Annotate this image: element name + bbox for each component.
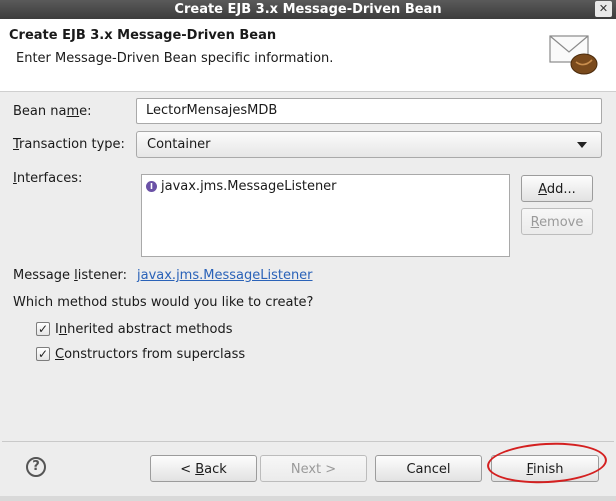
inherited-methods-label[interactable]: Inherited abstract methods bbox=[55, 322, 233, 337]
bean-name-input[interactable]: LectorMensajesMDB bbox=[136, 98, 602, 124]
constructors-checkbox[interactable]: ✓ bbox=[36, 347, 50, 361]
window-title-bar: Create EJB 3.x Message-Driven Bean bbox=[0, 0, 616, 19]
message-listener-link[interactable]: javax.jms.MessageListener bbox=[137, 268, 313, 283]
help-icon[interactable]: ? bbox=[26, 457, 46, 477]
taskbar-strip bbox=[0, 496, 616, 501]
interfaces-label: Interfaces: bbox=[13, 171, 83, 186]
transaction-type-value: Container bbox=[147, 137, 211, 152]
transaction-type-select[interactable]: Container bbox=[136, 131, 602, 158]
stubs-question: Which method stubs would you like to cre… bbox=[13, 295, 314, 310]
chevron-down-icon bbox=[577, 142, 587, 148]
close-icon[interactable]: ✕ bbox=[595, 1, 612, 17]
page-description: Enter Message-Driven Bean specific infor… bbox=[16, 51, 334, 66]
add-interface-button[interactable]: Add... bbox=[521, 175, 593, 202]
cancel-button[interactable]: Cancel bbox=[375, 455, 482, 482]
bean-name-label: Bean name: bbox=[13, 104, 92, 119]
interfaces-list[interactable]: Ijavax.jms.MessageListener bbox=[141, 174, 510, 257]
interface-name: javax.jms.MessageListener bbox=[161, 179, 337, 194]
remove-interface-button[interactable]: Remove bbox=[521, 208, 593, 235]
transaction-type-label: Transaction type: bbox=[13, 137, 125, 152]
button-bar-separator bbox=[2, 441, 614, 442]
list-item[interactable]: Ijavax.jms.MessageListener bbox=[146, 178, 337, 196]
window-title: Create EJB 3.x Message-Driven Bean bbox=[174, 2, 442, 17]
mail-bean-icon bbox=[546, 30, 604, 82]
next-button[interactable]: Next > bbox=[260, 455, 367, 482]
page-title: Create EJB 3.x Message-Driven Bean bbox=[9, 28, 277, 43]
message-listener-label: Message listener: bbox=[13, 268, 127, 283]
back-button[interactable]: < Back bbox=[150, 455, 257, 482]
inherited-methods-checkbox[interactable]: ✓ bbox=[36, 322, 50, 336]
interface-icon: I bbox=[146, 181, 157, 192]
constructors-label[interactable]: Constructors from superclass bbox=[55, 347, 245, 362]
